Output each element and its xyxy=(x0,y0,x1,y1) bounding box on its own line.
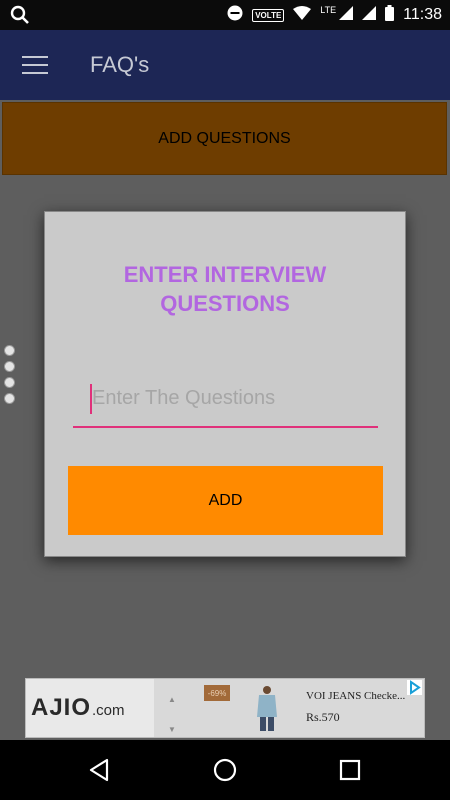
add-questions-button[interactable]: ADD QUESTIONS xyxy=(2,102,447,175)
enter-questions-dialog: ENTER INTERVIEW QUESTIONS Enter The Ques… xyxy=(44,211,406,557)
adchoices-icon[interactable] xyxy=(407,680,422,695)
status-bar: VOLTE LTE 11:38 xyxy=(0,0,450,30)
signal-icon xyxy=(362,5,377,25)
recents-icon[interactable] xyxy=(339,758,361,787)
dialog-title-line-1: ENTER INTERVIEW xyxy=(123,262,327,287)
ad-discount-badge: -69% xyxy=(204,685,230,701)
question-input[interactable]: Enter The Questions xyxy=(73,382,378,428)
indicator-dot[interactable] xyxy=(4,361,15,372)
volte-badge: VOLTE xyxy=(252,8,285,22)
question-input-placeholder: Enter The Questions xyxy=(92,387,276,409)
search-icon[interactable] xyxy=(10,5,30,30)
network-type: LTE xyxy=(320,5,337,15)
ad-product-price: Rs.570 xyxy=(306,710,340,724)
ad-product-image[interactable] xyxy=(254,685,280,731)
indicator-dot[interactable] xyxy=(4,393,15,404)
add-button[interactable]: ADD xyxy=(68,466,383,535)
page-indicator-dots[interactable] xyxy=(4,345,15,409)
dialog-title: ENTER INTERVIEW QUESTIONS xyxy=(45,260,405,318)
hamburger-menu-icon[interactable] xyxy=(22,56,48,74)
back-icon[interactable] xyxy=(88,758,110,787)
ad-banner[interactable]: AJIO .com ▲ ▼ -69% VOI JEANS Checke... R… xyxy=(25,678,425,738)
dialog-title-line-2: QUESTIONS xyxy=(160,291,290,316)
app-bar: FAQ's xyxy=(0,30,450,100)
battery-icon xyxy=(385,4,395,26)
page-title: FAQ's xyxy=(90,52,150,77)
do-not-disturb-icon xyxy=(227,5,243,26)
ad-brand-suffix: .com xyxy=(92,702,125,719)
home-icon[interactable] xyxy=(212,758,238,789)
indicator-dot[interactable] xyxy=(4,377,15,388)
ad-brand-name: AJIO xyxy=(31,694,92,721)
ad-brand-logo[interactable]: AJIO .com xyxy=(26,679,154,737)
wifi-icon xyxy=(293,5,312,25)
indicator-dot[interactable] xyxy=(4,345,15,356)
chevron-up-icon[interactable]: ▲ xyxy=(168,685,176,715)
navigation-bar xyxy=(0,740,450,800)
clock: 11:38 xyxy=(403,6,442,23)
signal-icon xyxy=(339,5,354,25)
ad-product-name[interactable]: VOI JEANS Checke... xyxy=(306,690,405,702)
ad-carousel-arrows[interactable]: ▲ ▼ xyxy=(168,685,176,745)
